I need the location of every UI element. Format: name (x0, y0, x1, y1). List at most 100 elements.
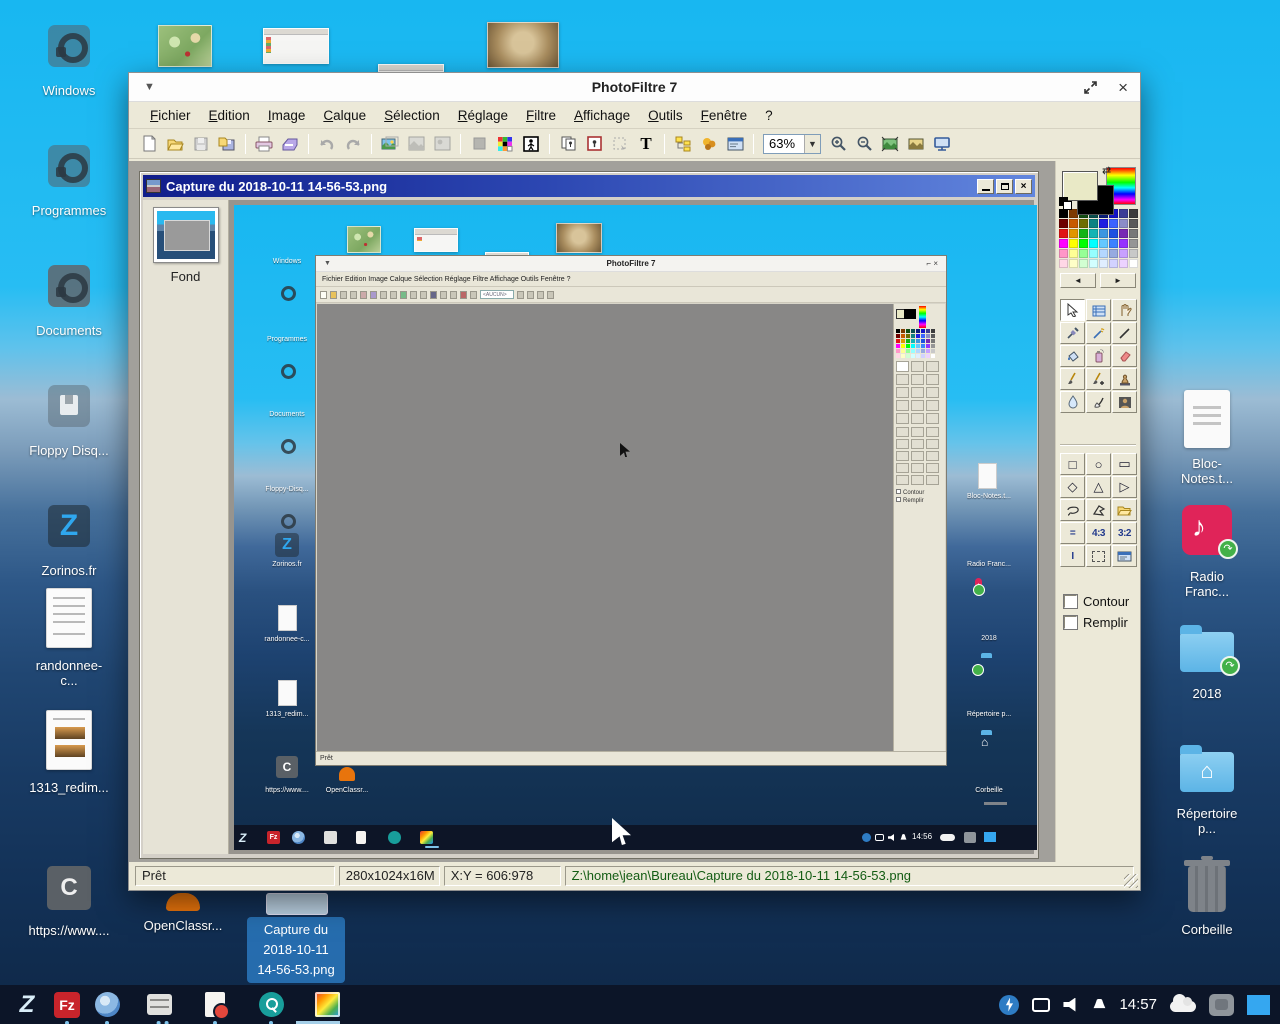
palette-swatch[interactable] (1119, 259, 1128, 268)
desktop-thumbnail-window1[interactable] (263, 28, 329, 64)
tool-retouch[interactable] (1112, 391, 1137, 413)
image-window-title-bar[interactable]: Capture du 2018-10-11 14-56-53.png × (143, 175, 1035, 197)
paste-selection-gray-button[interactable] (608, 132, 632, 156)
palette-swatch[interactable] (1079, 229, 1088, 238)
swap-colors-icon[interactable]: ⇄ (1102, 164, 1111, 177)
title-bar[interactable]: ▼ PhotoFiltre 7 × (129, 73, 1140, 102)
tool-smudge[interactable] (1086, 391, 1111, 413)
photo-browser-button[interactable] (378, 132, 402, 156)
palette-swatch[interactable] (1119, 209, 1128, 218)
zorin-menu-button[interactable]: Z (14, 992, 40, 1018)
menu-item[interactable]: Outils (639, 105, 692, 126)
close-icon[interactable]: × (1118, 79, 1128, 96)
palette-swatch[interactable] (1089, 259, 1098, 268)
palette-swatch[interactable] (1119, 249, 1128, 258)
browser-button[interactable] (94, 992, 120, 1018)
palette-swatch[interactable] (1059, 259, 1068, 268)
palette-swatch[interactable] (1129, 229, 1138, 238)
palette-swatch[interactable] (1099, 249, 1108, 258)
desktop-icon-1313[interactable]: 1313_redim... (29, 710, 109, 795)
tool-eyedropper[interactable] (1060, 322, 1085, 344)
ratio-identity-button[interactable]: I (1060, 545, 1085, 567)
explorer-button[interactable] (671, 132, 695, 156)
contour-checkbox[interactable]: Contour (1064, 594, 1129, 609)
tool-advanced-brush[interactable] (1086, 368, 1111, 390)
filezilla-button[interactable]: Fz (54, 992, 80, 1018)
ratio-3-2-button[interactable]: 3:2 (1112, 522, 1137, 544)
palette-swatch[interactable] (1069, 259, 1078, 268)
palette-swatch[interactable] (1079, 249, 1088, 258)
photofiltre-task-button[interactable] (314, 992, 340, 1018)
tool-magic-wand[interactable] (1086, 322, 1111, 344)
save-button[interactable] (189, 132, 213, 156)
print-button[interactable] (252, 132, 276, 156)
desktop-thumbnail-photo[interactable] (487, 22, 559, 68)
tool-line[interactable] (1112, 322, 1137, 344)
menu-item[interactable]: Calque (314, 105, 375, 126)
chevron-down-icon[interactable]: ▼ (804, 135, 820, 153)
shape-ellipse[interactable]: ○ (1086, 453, 1111, 475)
tool-paintbrush[interactable] (1060, 368, 1085, 390)
palette-swatch[interactable] (1129, 259, 1138, 268)
palette-swatch[interactable] (1109, 249, 1118, 258)
palette-swatch[interactable] (1059, 249, 1068, 258)
palette-swatch[interactable] (1089, 219, 1098, 228)
palette-prev-button[interactable]: ◄ (1060, 273, 1096, 288)
tool-window-button[interactable] (723, 132, 747, 156)
shape-polygon[interactable] (1086, 499, 1111, 521)
selection-options-button[interactable] (1112, 545, 1137, 567)
desktop-icon-windows[interactable]: Windows (29, 25, 109, 98)
desktop-thumbnail-map[interactable] (158, 25, 212, 67)
maximize-icon[interactable] (1083, 80, 1098, 95)
palette-swatch[interactable] (1119, 239, 1128, 248)
image-gray2-button[interactable] (430, 132, 454, 156)
ratio-manual-button[interactable]: = (1060, 522, 1085, 544)
palette-swatch[interactable] (1069, 239, 1078, 248)
redo-button[interactable] (341, 132, 365, 156)
menu-item[interactable]: Affichage (565, 105, 639, 126)
desktop-icon-documents[interactable]: Documents (29, 265, 109, 338)
palette-swatch[interactable] (1069, 219, 1078, 228)
desktop-icon-programmes[interactable]: Programmes (29, 145, 109, 218)
save-as-button[interactable] (215, 132, 239, 156)
image-gray-button[interactable] (404, 132, 428, 156)
layer-thumbnail[interactable] (153, 207, 219, 263)
capture-file-thumbnail[interactable] (266, 893, 328, 915)
tool-fill[interactable] (1060, 345, 1085, 367)
palette-swatch[interactable] (1079, 219, 1088, 228)
power-manager-icon[interactable] (999, 995, 1019, 1015)
plugins-button[interactable] (697, 132, 721, 156)
palette-swatch[interactable] (1109, 239, 1118, 248)
color-palette-button[interactable] (493, 132, 517, 156)
shape-triangle[interactable]: △ (1086, 476, 1111, 498)
palette-swatch[interactable] (1119, 229, 1128, 238)
menu-item[interactable]: Filtre (517, 105, 565, 126)
palette-swatch[interactable] (1119, 219, 1128, 228)
shape-right-triangle[interactable]: ▷ (1112, 476, 1137, 498)
menu-item[interactable]: Réglage (449, 105, 517, 126)
workspace-switcher-icon[interactable] (1209, 994, 1234, 1016)
scanner-button[interactable] (278, 132, 302, 156)
image-canvas[interactable]: Windows Programmes Documents Floppy-Disq… (229, 200, 1034, 854)
remplir-checkbox[interactable]: Remplir (1064, 615, 1128, 630)
tool-blur-drop[interactable] (1060, 391, 1085, 413)
palette-swatch[interactable] (1059, 229, 1068, 238)
shape-rectangle[interactable]: □ (1060, 453, 1085, 475)
zoom-auto-button[interactable] (878, 132, 902, 156)
palette-swatch[interactable] (1089, 229, 1098, 238)
automation-module-button[interactable] (519, 132, 543, 156)
palette-swatch[interactable] (1059, 219, 1068, 228)
color-palette-grid[interactable] (1059, 209, 1138, 268)
desktop-icon-corbeille[interactable]: Corbeille (1167, 858, 1247, 937)
palette-swatch[interactable] (1069, 229, 1078, 238)
desktop-icon-radiofrance[interactable]: ♪↷ Radio Franc... (1167, 505, 1247, 599)
minimize-button[interactable] (977, 179, 994, 194)
palette-swatch[interactable] (1079, 239, 1088, 248)
desktop-icon-zorinos[interactable]: Z Zorinos.fr (29, 505, 109, 578)
palette-swatch[interactable] (1109, 259, 1118, 268)
desktop-icon-randonnee[interactable]: randonnee-c... (29, 588, 109, 688)
volume-icon[interactable] (1063, 998, 1079, 1012)
files-button[interactable] (146, 992, 172, 1018)
duplicate-button[interactable] (556, 132, 580, 156)
open-file-button[interactable] (163, 132, 187, 156)
